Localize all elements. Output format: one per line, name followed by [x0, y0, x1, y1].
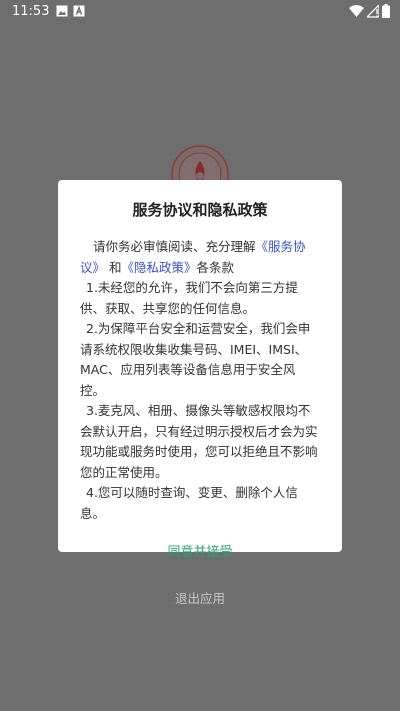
accept-button[interactable]: 同意并接受 [80, 541, 320, 560]
clause-3: 3.麦克风、相册、摄像头等敏感权限均不会默认开启，只有经过明示授权后才会为实现功… [80, 403, 318, 480]
wifi-icon [349, 4, 364, 17]
status-right [349, 4, 390, 18]
privacy-dialog: 服务协议和隐私政策 请你务必审慎阅读、充分理解《服务协议》 和《隐私政策》各条款… [58, 180, 342, 606]
text-icon [73, 5, 85, 17]
clause-4: 4.您可以随时查询、变更、删除个人信息。 [80, 485, 298, 521]
intro-prefix: 请你务必审慎阅读、充分理解 [93, 239, 256, 254]
clause-1: 1.未经您的允许，我们不会向第三方提供、获取、共享您的任何信息。 [80, 280, 298, 316]
signal-icon [367, 4, 379, 18]
privacy-policy-link[interactable]: 《隐私政策》 [122, 260, 197, 275]
dialog-body: 请你务必审慎阅读、充分理解《服务协议》 和《隐私政策》各条款 1.未经您的允许，… [80, 237, 320, 524]
intro-suffix: 各条款 [196, 259, 235, 275]
intro-paragraph: 请你务必审慎阅读、充分理解《服务协议》 和《隐私政策》各条款 [80, 237, 320, 278]
status-time: 11:53 [12, 4, 50, 19]
image-icon [56, 5, 68, 17]
clause-2: 2.为保障平台安全和运营安全，我们会申请系统权限收集收集号码、IMEI、IMSI… [80, 321, 311, 398]
exit-app-button[interactable]: 退出应用 [80, 588, 320, 607]
intro-and: 和 [109, 259, 122, 275]
dialog-title: 服务协议和隐私政策 [132, 201, 268, 219]
battery-icon [382, 4, 390, 18]
status-bar: 11:53 [0, 0, 400, 24]
